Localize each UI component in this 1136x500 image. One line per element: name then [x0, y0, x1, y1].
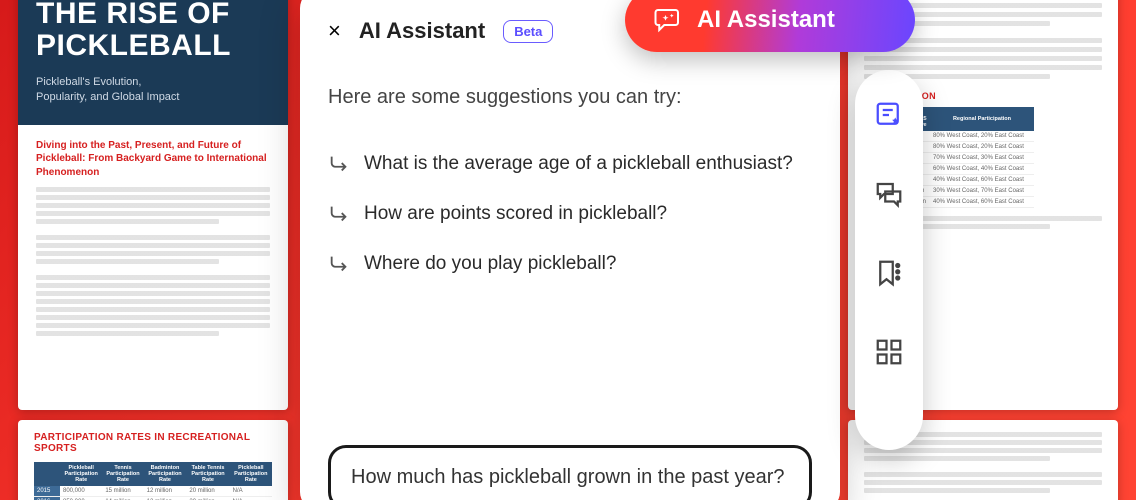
- document-page-participation: PARTICIPATION RATES IN RECREATIONAL SPOR…: [18, 420, 288, 500]
- rail-comments-button[interactable]: [874, 179, 904, 214]
- close-button[interactable]: ×: [328, 20, 341, 42]
- reply-arrow-icon: [328, 203, 350, 225]
- suggestion-text: What is the average age of a pickleball …: [364, 153, 793, 175]
- document-section-heading: Diving into the Past, Present, and Futur…: [36, 139, 270, 180]
- reply-arrow-icon: [328, 253, 350, 275]
- suggestion-item[interactable]: How are points scored in pickleball?: [328, 189, 812, 239]
- apps-grid-icon: [874, 337, 904, 367]
- comments-icon: [874, 179, 904, 209]
- participation-heading: PARTICIPATION RATES IN RECREATIONAL SPOR…: [34, 432, 272, 454]
- document-title-line1: THE RISE OF: [36, 0, 230, 30]
- document-title-line2: PICKLEBALL: [36, 29, 231, 62]
- document-hero-banner: THE RISE OF PICKLEBALL Pickleball's Evol…: [18, 0, 288, 125]
- chat-input-value: How much has pickleball grown in the pas…: [351, 466, 785, 488]
- participation-table: Pickleball Participation RateTennis Part…: [34, 462, 272, 500]
- promo-stage: THE RISE OF PICKLEBALL Pickleball's Evol…: [0, 0, 1136, 500]
- document-title: THE RISE OF PICKLEBALL: [36, 0, 270, 61]
- tool-rail: [855, 70, 923, 450]
- document-subtitle: Pickleball's Evolution, Popularity, and …: [36, 75, 186, 105]
- ai-assistant-button[interactable]: AI Assistant: [625, 0, 915, 52]
- chat-sparkle-icon: [653, 5, 683, 35]
- rail-apps-button[interactable]: [874, 337, 904, 372]
- chat-input[interactable]: How much has pickleball grown in the pas…: [328, 445, 812, 500]
- suggestion-item[interactable]: Where do you play pickleball?: [328, 239, 812, 289]
- suggestion-text: How are points scored in pickleball?: [364, 203, 667, 225]
- rail-sparkle-button[interactable]: [874, 100, 904, 135]
- reply-arrow-icon: [328, 153, 350, 175]
- suggestions-intro: Here are some suggestions you can try:: [328, 86, 812, 109]
- suggestions-list: What is the average age of a pickleball …: [328, 139, 812, 289]
- rail-bookmark-button[interactable]: [874, 258, 904, 293]
- ai-assistant-button-label: AI Assistant: [697, 6, 835, 34]
- sparkle-note-icon: [874, 100, 904, 130]
- document-page-hero: THE RISE OF PICKLEBALL Pickleball's Evol…: [18, 0, 288, 410]
- ai-assistant-panel: × AI Assistant Beta Here are some sugges…: [300, 0, 840, 500]
- panel-title: AI Assistant: [359, 18, 485, 44]
- suggestion-text: Where do you play pickleball?: [364, 253, 616, 275]
- beta-badge: Beta: [503, 20, 553, 43]
- suggestion-item[interactable]: What is the average age of a pickleball …: [328, 139, 812, 189]
- bookmark-icon: [874, 258, 904, 288]
